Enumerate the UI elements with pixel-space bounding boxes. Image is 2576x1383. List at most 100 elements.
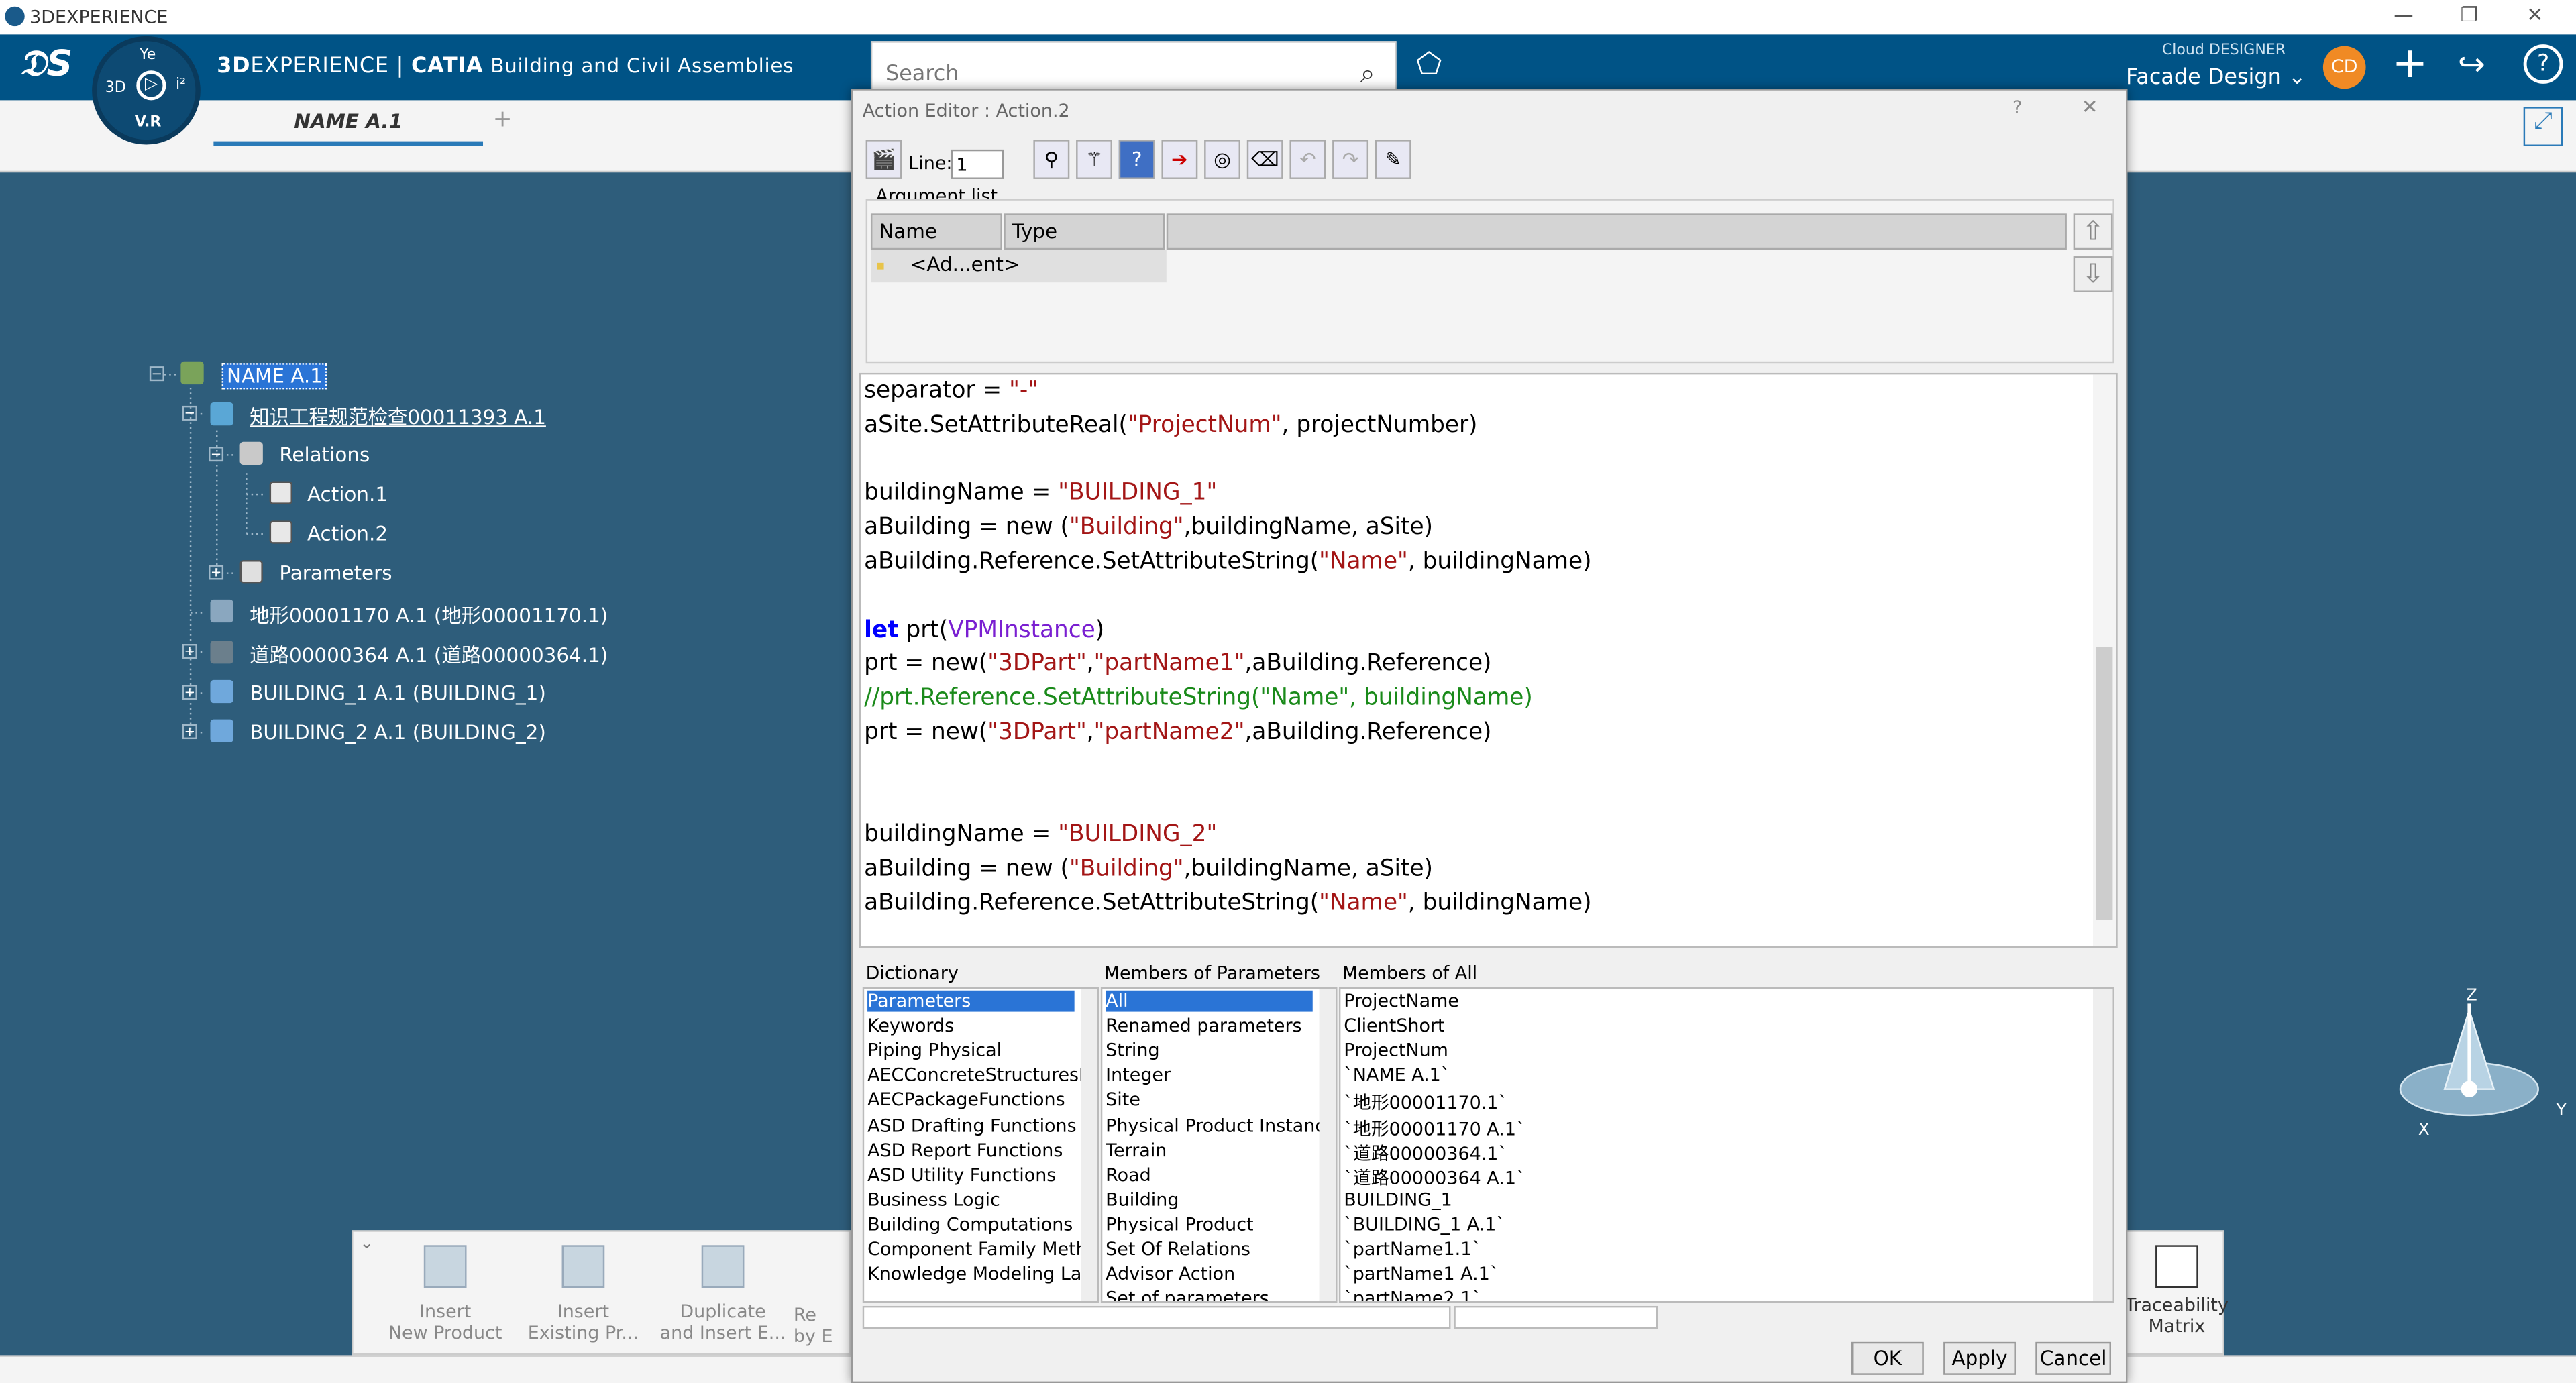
members-all-item[interactable]: `BUILDING_1 A.1` [1344, 1214, 1505, 1235]
insert-existing-product-button[interactable]: Insert Existing Pr... [517, 1245, 649, 1343]
knowledge-check-icon [210, 402, 233, 426]
members-all-item[interactable]: `地形00001170.1` [1344, 1090, 1507, 1116]
members-params-item[interactable]: Physical Product Instance [1106, 1115, 1336, 1136]
building-icon [210, 719, 233, 742]
members-params-item[interactable]: Advisor Action [1106, 1264, 1235, 1285]
dictionary-item[interactable]: Piping Physical [867, 1040, 1002, 1062]
members-params-item[interactable]: Set of parameters [1106, 1288, 1269, 1301]
traceability-panel: Traceability Matrix [2125, 1230, 2229, 1356]
tree-node-action-2[interactable]: Action.2 [307, 522, 388, 545]
cancel-button[interactable]: Cancel [2035, 1341, 2111, 1375]
members-all-item[interactable]: ClientShort [1344, 1015, 1444, 1037]
dictionary-item[interactable]: Business Logic [867, 1189, 1000, 1211]
members-params-item[interactable]: Physical Product [1106, 1214, 1253, 1235]
workspace-label: Facade Design [2126, 65, 2282, 91]
action-icon [269, 520, 292, 544]
chevron-down-icon: ⌄ [2288, 65, 2306, 91]
members-params-list[interactable]: All Renamed parameters String Integer Site Ph… [1100, 987, 1338, 1303]
app-root: 3DEXPERIENCE — ❐ ✕ 𝔇S 3DEXPERIENCE | CAT… [0, 0, 2576, 1383]
duplicate-insert-button[interactable]: Duplicate and Insert E... [657, 1245, 789, 1343]
root-product-icon [180, 361, 204, 385]
close-window-button[interactable]: ✕ [2510, 3, 2559, 30]
params-scrollbar[interactable] [1319, 989, 1336, 1301]
members-all-item[interactable]: ProjectName [1344, 991, 1459, 1012]
expand-node-icon[interactable]: + [209, 565, 224, 580]
dictionary-item[interactable]: ASD Drafting Functions [867, 1115, 1077, 1136]
tree-node-action-1[interactable]: Action.1 [307, 483, 388, 506]
avatar[interactable]: CD [2322, 46, 2366, 89]
tree-node-parameters[interactable]: Parameters [279, 562, 392, 585]
members-params-item[interactable]: Building [1106, 1189, 1179, 1211]
tree-node-building-2[interactable]: BUILDING_2 A.1 (BUILDING_2) [250, 721, 546, 744]
members-params-item[interactable]: Road [1106, 1164, 1151, 1186]
apply-button[interactable]: Apply [1943, 1341, 2016, 1375]
dictionary-item[interactable]: Knowledge Modeling Lang [867, 1264, 1097, 1285]
members-all-item[interactable]: `partName1.1` [1344, 1239, 1481, 1260]
collapse-icon[interactable]: − [149, 366, 164, 382]
members-all-item[interactable]: `道路00000364.1` [1344, 1140, 1507, 1166]
dictionary-item[interactable]: Component Family Metho [867, 1239, 1097, 1260]
ok-button[interactable]: OK [1851, 1341, 1924, 1375]
all-scrollbar[interactable] [2093, 989, 2113, 1301]
tree-node-relations[interactable]: Relations [279, 443, 370, 466]
members-all-item[interactable]: ProjectNum [1344, 1040, 1448, 1062]
axis-compass[interactable]: Z X Y [2382, 977, 2576, 1158]
search-icon[interactable]: ⌕ [1360, 58, 1375, 91]
minimize-button[interactable]: — [2379, 3, 2428, 30]
help-icon[interactable]: ? [2523, 44, 2563, 84]
members-all-item[interactable]: `道路00000364 A.1` [1344, 1164, 1525, 1191]
members-params-item[interactable]: Terrain [1106, 1140, 1167, 1161]
replace-button[interactable]: Re by E [794, 1245, 853, 1347]
dictionary-item[interactable]: Building Computations [867, 1214, 1073, 1235]
search-input[interactable]: Search [870, 41, 1397, 91]
members-all-list[interactable]: ProjectName ClientShort ProjectNum `NAME A.… [1338, 987, 2114, 1303]
dictionary-label: Dictionary [865, 962, 959, 984]
button-label: Matrix [2148, 1315, 2206, 1337]
matrix-icon [2155, 1245, 2198, 1288]
traceability-matrix-button[interactable]: Traceability Matrix [2111, 1245, 2243, 1337]
dictionary-item[interactable]: Parameters [867, 990, 1075, 1012]
insert-new-product-button[interactable]: Insert New Product [380, 1245, 511, 1343]
members-params-item[interactable]: Set Of Relations [1106, 1239, 1250, 1260]
members-all-item[interactable]: `partName1 A.1` [1344, 1264, 1499, 1285]
dictionary-item[interactable]: AECConcreteStructuresFun [867, 1065, 1097, 1087]
button-label: Insert [419, 1301, 472, 1323]
restore-button[interactable]: ❐ [2445, 3, 2493, 30]
members-params-item[interactable]: Integer [1106, 1065, 1171, 1087]
members-all-item[interactable]: `地形00001170 A.1` [1344, 1115, 1525, 1141]
expand-node-icon[interactable]: + [182, 724, 197, 740]
button-label: Re [793, 1304, 816, 1326]
dictionary-scrollbar[interactable] [1081, 989, 1097, 1301]
members-all-item[interactable]: `NAME A.1` [1344, 1065, 1450, 1087]
workspace-dropdown[interactable]: Facade Design ⌄ [2126, 66, 2306, 91]
members-params-item[interactable]: Renamed parameters [1106, 1015, 1301, 1037]
button-label: by E [793, 1325, 833, 1347]
parameters-icon [239, 560, 263, 584]
expand-node-icon[interactable]: + [182, 644, 197, 659]
members-all-item[interactable]: `partName2.1` [1344, 1288, 1481, 1301]
tree-node-knowledge-check[interactable]: 知识工程规范检查00011393 A.1 [250, 402, 546, 431]
road-icon [210, 641, 233, 664]
members-params-item[interactable]: Site [1106, 1090, 1140, 1111]
expand-node-icon[interactable]: + [182, 685, 197, 700]
dictionary-list[interactable]: Parameters Keywords Piping Physical AECConc… [862, 987, 1099, 1303]
tag-icon[interactable]: ⬠ [1416, 48, 1442, 82]
members-params-item[interactable]: String [1106, 1040, 1159, 1062]
members-params-item[interactable]: All [1106, 990, 1313, 1012]
expand-icon[interactable]: ⤢ [2523, 107, 2563, 146]
chevron-down-icon[interactable]: ⌄ [360, 1235, 374, 1254]
members-all-item[interactable]: BUILDING_1 [1344, 1189, 1452, 1211]
role-label: Cloud DESIGNER [2161, 42, 2286, 60]
dictionary-item[interactable]: ASD Utility Functions [867, 1164, 1056, 1186]
add-icon[interactable]: + [2392, 40, 2428, 89]
dictionary-item[interactable]: ASD Report Functions [867, 1140, 1063, 1161]
share-icon[interactable]: ↪ [2458, 44, 2485, 84]
collapse-icon[interactable]: − [209, 447, 224, 462]
collapse-icon[interactable]: − [182, 405, 197, 421]
tree-node-terrain[interactable]: 地形00001170 A.1 (地形00001170.1) [250, 601, 608, 629]
dictionary-item[interactable]: Keywords [867, 1015, 954, 1037]
tree-node-building-1[interactable]: BUILDING_1 A.1 (BUILDING_1) [250, 681, 546, 704]
dictionary-item[interactable]: AECPackageFunctions [867, 1090, 1065, 1111]
tree-node-road[interactable]: 道路00000364 A.1 (道路00000364.1) [250, 641, 608, 669]
tree-root-node[interactable]: NAME A.1 [221, 363, 328, 390]
